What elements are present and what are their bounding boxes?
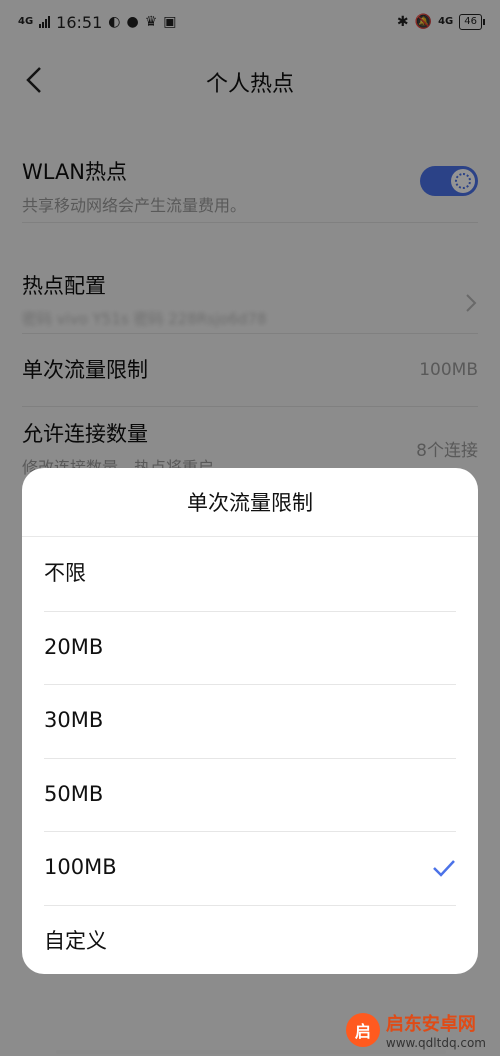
option-label: 20MB xyxy=(44,634,104,659)
option-label: 不限 xyxy=(44,561,86,585)
option-20mb[interactable]: 20MB xyxy=(22,610,478,685)
watermark: 启 启东安卓网 www.qdltdq.com xyxy=(345,1010,486,1050)
option-custom[interactable]: 自定义 xyxy=(22,904,478,975)
option-30mb[interactable]: 30MB xyxy=(22,684,478,758)
option-label: 自定义 xyxy=(44,928,107,953)
option-label: 30MB xyxy=(44,708,104,732)
watermark-name: 启东安卓网 xyxy=(385,1014,476,1035)
option-unlimited[interactable]: 不限 xyxy=(22,537,478,611)
option-label: 100MB xyxy=(44,855,117,879)
checkmark-icon xyxy=(433,860,455,877)
dialog-title: 单次流量限制 xyxy=(22,468,478,537)
watermark-url: www.qdltdq.com xyxy=(385,1036,486,1050)
option-label: 50MB xyxy=(44,781,104,806)
option-50mb[interactable]: 50MB xyxy=(22,757,478,832)
traffic-limit-dialog: 单次流量限制 不限 20MB 30MB 50MB 100MB 自定义 xyxy=(22,468,478,974)
watermark-logo-icon: 启 xyxy=(345,1013,380,1047)
option-100mb[interactable]: 100MB xyxy=(22,831,478,905)
home-indicator xyxy=(56,1050,446,1054)
watermark-text: 启东安卓网 www.qdltdq.com xyxy=(386,1010,486,1050)
